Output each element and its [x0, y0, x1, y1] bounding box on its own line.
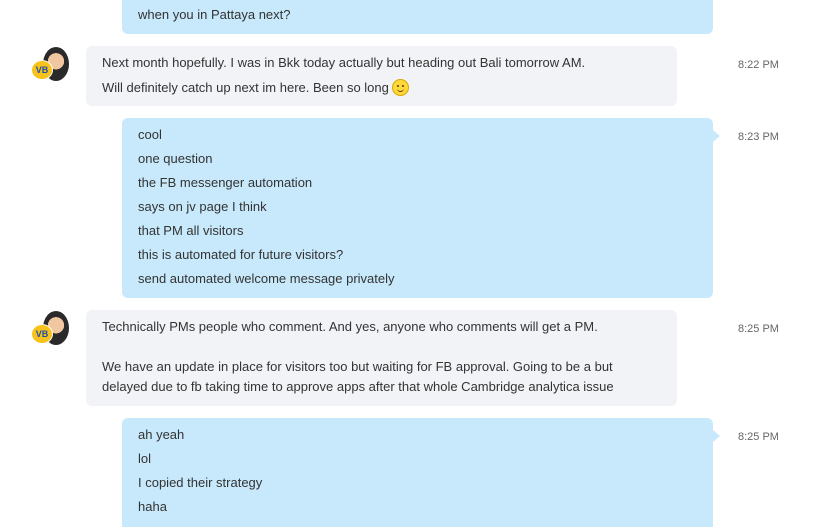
- message-bubble-outgoing[interactable]: cool one question the FB messenger autom…: [122, 118, 720, 298]
- message-text: this is automated for future visitors?: [138, 247, 344, 262]
- message-text: one question: [138, 151, 213, 166]
- message-text-line: Will definitely catch up next im here. B…: [102, 79, 661, 103]
- message-text: Technically PMs people who comment. And …: [102, 319, 598, 334]
- message-text: says on jv page I think: [138, 199, 267, 214]
- message-bubble-outgoing[interactable]: when you in Pattaya next?: [122, 0, 713, 34]
- message-timestamp: 8:23 PM: [738, 131, 779, 143]
- message-text: I copied their strategy: [138, 475, 263, 490]
- message-text: Will definitely catch up next im here. B…: [102, 80, 389, 95]
- message-text: Next month hopefully. I was in Bkk today…: [102, 55, 586, 70]
- message-text: lol: [138, 451, 152, 466]
- message-text: ah yeah: [138, 427, 185, 442]
- message-bubble-outgoing[interactable]: ah yeah lol I copied their strategy haha: [122, 418, 720, 527]
- message-timestamp: 8:22 PM: [738, 59, 779, 71]
- avatar-badge: VB: [32, 325, 52, 343]
- message-text: send automated welcome message privately: [138, 271, 395, 286]
- message-text: haha: [138, 499, 167, 514]
- message-text: We have an update in place for visitors …: [102, 359, 613, 374]
- message-text: cool: [138, 127, 162, 142]
- message-text: that PM all visitors: [138, 223, 244, 238]
- avatar-badge: VB: [32, 61, 52, 79]
- message-text: the FB messenger automation: [138, 175, 313, 190]
- message-timestamp: 8:25 PM: [738, 323, 779, 335]
- message-text: delayed due to fb taking time to approve…: [102, 379, 614, 394]
- message-bubble-incoming[interactable]: Technically PMs people who comment. And …: [86, 310, 677, 406]
- message-text: when you in Pattaya next?: [138, 7, 291, 22]
- contact-avatar[interactable]: VB: [32, 47, 69, 83]
- message-bubble-incoming[interactable]: Next month hopefully. I was in Bkk today…: [86, 46, 677, 106]
- chat-transcript: when you in Pattaya next? VB Next month …: [0, 0, 813, 527]
- message-timestamp: 8:25 PM: [738, 431, 779, 443]
- contact-avatar[interactable]: VB: [32, 311, 69, 347]
- wink-smile-icon: [391, 79, 409, 96]
